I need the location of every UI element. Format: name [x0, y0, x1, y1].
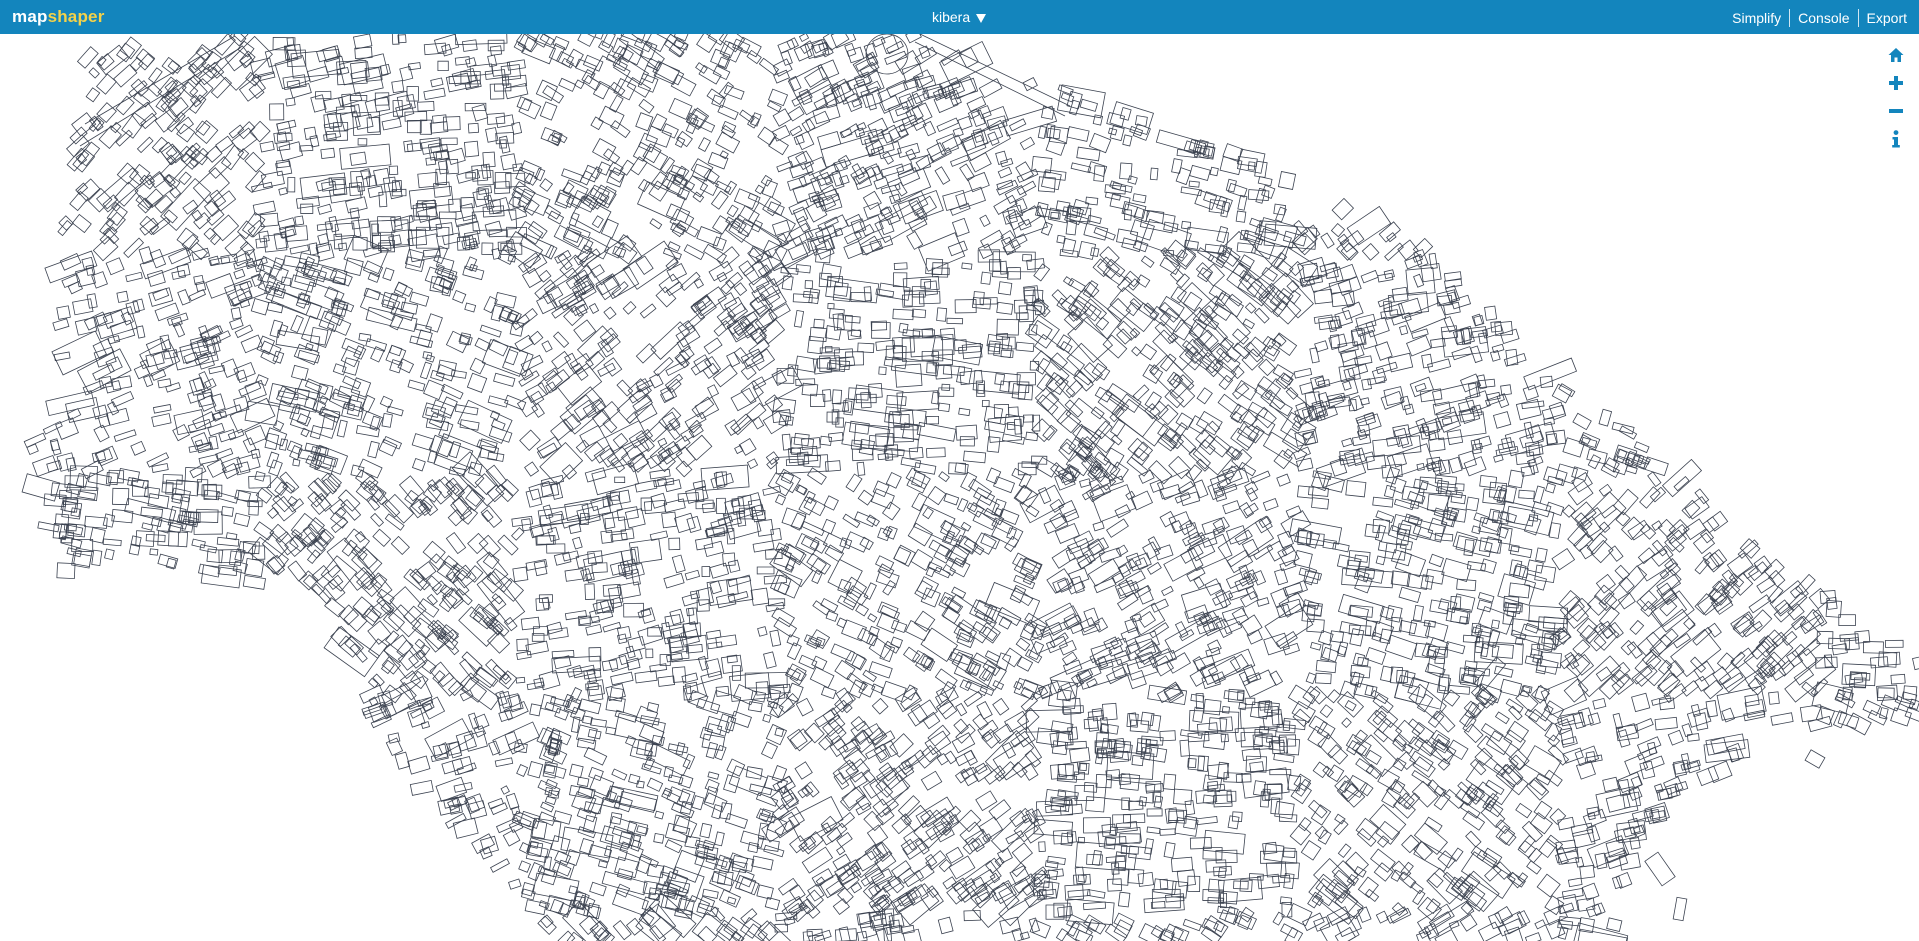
- map-layer-shapes[interactable]: [0, 34, 1919, 941]
- logo-map-text: map: [12, 7, 48, 26]
- layer-name: kibera: [932, 9, 971, 25]
- logo-shaper-text: shaper: [47, 7, 105, 26]
- home-icon: [1888, 48, 1904, 62]
- home-button[interactable]: [1885, 44, 1907, 66]
- export-button[interactable]: Export: [1859, 10, 1915, 27]
- zoom-in-button[interactable]: [1885, 72, 1907, 94]
- header-menu: Simplify Console Export: [1724, 9, 1915, 27]
- road-outlines: [79, 34, 1071, 147]
- zoom-out-icon: [1889, 109, 1903, 113]
- zoom-in-icon: [1889, 76, 1903, 90]
- top-bar: mapshaper kibera Simplify Console Export: [0, 0, 1919, 34]
- simplify-button[interactable]: Simplify: [1724, 10, 1789, 27]
- console-button[interactable]: Console: [1790, 10, 1857, 27]
- map-canvas[interactable]: [0, 34, 1919, 941]
- caret-down-icon: [976, 14, 987, 23]
- map-controls: [1885, 44, 1907, 156]
- building-footprints: [21, 34, 1919, 941]
- info-icon: [1892, 130, 1900, 148]
- layer-selector[interactable]: kibera: [932, 9, 987, 25]
- info-button[interactable]: [1885, 128, 1907, 150]
- app-logo[interactable]: mapshaper: [12, 7, 105, 27]
- zoom-out-button[interactable]: [1885, 100, 1907, 122]
